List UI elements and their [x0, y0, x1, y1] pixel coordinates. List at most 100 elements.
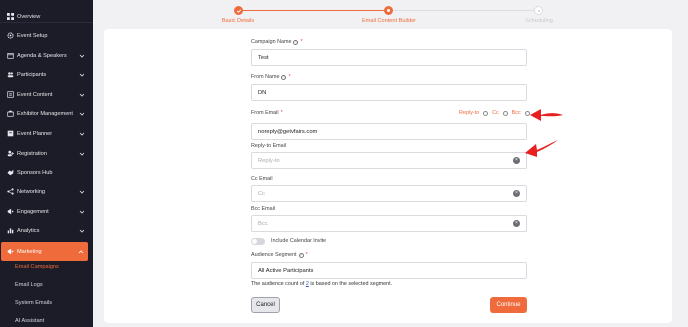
step-pending-icon[interactable]	[534, 6, 543, 15]
annotation-arrow-icon	[530, 109, 563, 121]
megaphone-icon	[6, 208, 14, 216]
info-icon[interactable]	[483, 110, 489, 116]
step-label-basic-details[interactable]: Basic Details	[222, 18, 254, 24]
from-name-value: DN	[258, 89, 267, 96]
sidebar-subitem-ai-assistant[interactable]: AI Assistant	[15, 318, 44, 324]
sidebar-item-label: Overview	[17, 13, 41, 20]
info-icon[interactable]: i	[281, 74, 287, 80]
sidebar-item-label: Agenda & Speakers	[17, 52, 67, 59]
cc-link[interactable]: Cc	[492, 110, 499, 116]
sidebar-item-analytics[interactable]: Analytics	[0, 221, 93, 240]
campaign-name-input[interactable]: Test	[251, 49, 527, 66]
email-recipient-links: Reply-to Cc Bcc	[459, 110, 530, 116]
sidebar-item-label: Sponsors Hub	[17, 169, 53, 176]
campaign-name-label: Campaign Name i *	[251, 39, 303, 45]
step-complete-icon[interactable]	[234, 6, 243, 15]
users-icon	[6, 71, 14, 79]
bcc-link[interactable]: Bcc	[512, 110, 521, 116]
close-icon[interactable]: ×	[513, 190, 520, 197]
cc-email-label: Cc Email	[251, 176, 273, 182]
info-icon[interactable]: i	[293, 39, 299, 45]
sidebar-item-participants[interactable]: Participants	[0, 65, 93, 84]
sidebar-item-label: Registration	[17, 150, 47, 157]
close-icon[interactable]: ×	[513, 220, 520, 227]
sidebar-item-event-content[interactable]: Event Content	[0, 85, 93, 104]
bcc-email-input[interactable]: Bcc ×	[251, 215, 527, 232]
audience-segment-label: Audience Segment i *	[251, 252, 308, 258]
required-mark: *	[288, 74, 291, 80]
audience-segment-select[interactable]: All Active Participants	[251, 262, 527, 279]
reply-to-email-label: Reply-to Email	[251, 143, 287, 149]
sidebar-item-label: Networking	[17, 188, 45, 195]
sidebar-item-event-planner[interactable]: Event Planner	[0, 124, 93, 143]
campaign-name-label-text: Campaign Name	[251, 39, 292, 45]
annotation-arrow-icon	[525, 140, 558, 157]
sidebar-item-label: Event Setup	[17, 32, 48, 39]
cancel-button[interactable]: Cancel	[251, 297, 280, 313]
step-label-scheduling[interactable]: Scheduling	[525, 18, 553, 24]
bcc-email-label: Bcc Email	[251, 206, 275, 212]
required-mark: *	[280, 110, 283, 116]
sidebar-item-agenda[interactable]: Agenda & Speakers	[0, 46, 93, 65]
sidebar-item-networking[interactable]: Networking	[0, 182, 93, 201]
sidebar-item-event-setup[interactable]: Event Setup	[0, 26, 93, 45]
sidebar-item-label: Participants	[17, 71, 47, 78]
cc-email-input[interactable]: Cc ×	[251, 185, 527, 202]
network-icon	[6, 188, 14, 196]
chevron-down-icon	[79, 112, 85, 116]
sidebar-item-label: Engagement	[17, 208, 49, 215]
sidebar: Overview Event Setup Agenda & Speakers P…	[0, 0, 93, 327]
info-icon[interactable]: i	[298, 252, 304, 258]
from-name-label-text: From Name	[251, 74, 280, 80]
chart-icon	[6, 227, 14, 235]
user-plus-icon	[6, 150, 14, 158]
gear-icon	[6, 32, 14, 40]
audience-note-suffix: is based on the selected segment.	[310, 281, 393, 287]
sidebar-item-exhibitor-management[interactable]: Exhibitor Management	[0, 104, 93, 123]
sidebar-item-registration[interactable]: Registration	[0, 144, 93, 163]
from-email-label: From Email *	[251, 110, 283, 116]
chevron-up-icon	[78, 249, 84, 253]
sidebar-item-label: Marketing	[17, 248, 42, 255]
sidebar-item-sponsors-hub[interactable]: Sponsors Hub	[0, 163, 93, 182]
sidebar-item-marketing[interactable]: Marketing	[1, 242, 88, 261]
chevron-down-icon	[79, 152, 85, 156]
calendar-icon	[6, 52, 14, 60]
from-email-label-text: From Email	[251, 110, 279, 116]
calendar-invite-toggle[interactable]	[251, 238, 265, 245]
step-current-icon[interactable]	[384, 6, 393, 15]
chevron-down-icon	[79, 73, 85, 77]
sidebar-subitem-system-emails[interactable]: System Emails	[15, 300, 52, 306]
sidebar-item-label: Analytics	[17, 227, 40, 234]
reply-to-email-input[interactable]: Reply-to ×	[251, 152, 527, 169]
info-icon[interactable]	[502, 110, 508, 116]
audience-segment-label-text: Audience Segment	[251, 252, 297, 258]
booth-icon	[6, 110, 14, 118]
sidebar-subitem-email-campaigns[interactable]: Email Campaigns	[15, 264, 59, 270]
from-email-input[interactable]: noreply@getvfairs.com	[251, 123, 527, 140]
sidebar-item-label: Exhibitor Management	[17, 110, 73, 117]
sidebar-item-overview[interactable]: Overview	[0, 7, 93, 26]
calendar-invite-label: Include Calendar Invite	[271, 238, 327, 244]
reply-to-link[interactable]: Reply-to	[459, 110, 479, 116]
cc-placeholder: Cc	[258, 190, 266, 197]
chevron-down-icon	[79, 93, 85, 97]
bullhorn-icon	[6, 248, 14, 256]
chevron-down-icon	[79, 54, 85, 58]
from-name-input[interactable]: DN	[251, 84, 527, 101]
step-label-email-content-builder[interactable]: Email Content Builder	[362, 18, 416, 24]
sidebar-subitem-email-logs[interactable]: Email Logs	[15, 282, 43, 288]
sidebar-item-label: Event Planner	[17, 130, 53, 137]
chevron-down-icon	[79, 132, 85, 136]
reply-to-placeholder: Reply-to	[258, 157, 280, 164]
close-icon[interactable]: ×	[513, 157, 520, 164]
sidebar-item-label: Event Content	[17, 91, 53, 98]
bcc-placeholder: Bcc	[258, 220, 268, 227]
stepper-line-complete	[243, 10, 384, 11]
continue-button[interactable]: Continue	[490, 297, 527, 313]
handshake-icon	[6, 169, 14, 177]
audience-count-link[interactable]: 2	[306, 281, 309, 287]
planner-icon	[6, 130, 14, 138]
sidebar-item-engagement[interactable]: Engagement	[0, 202, 93, 221]
required-mark: *	[300, 39, 303, 45]
